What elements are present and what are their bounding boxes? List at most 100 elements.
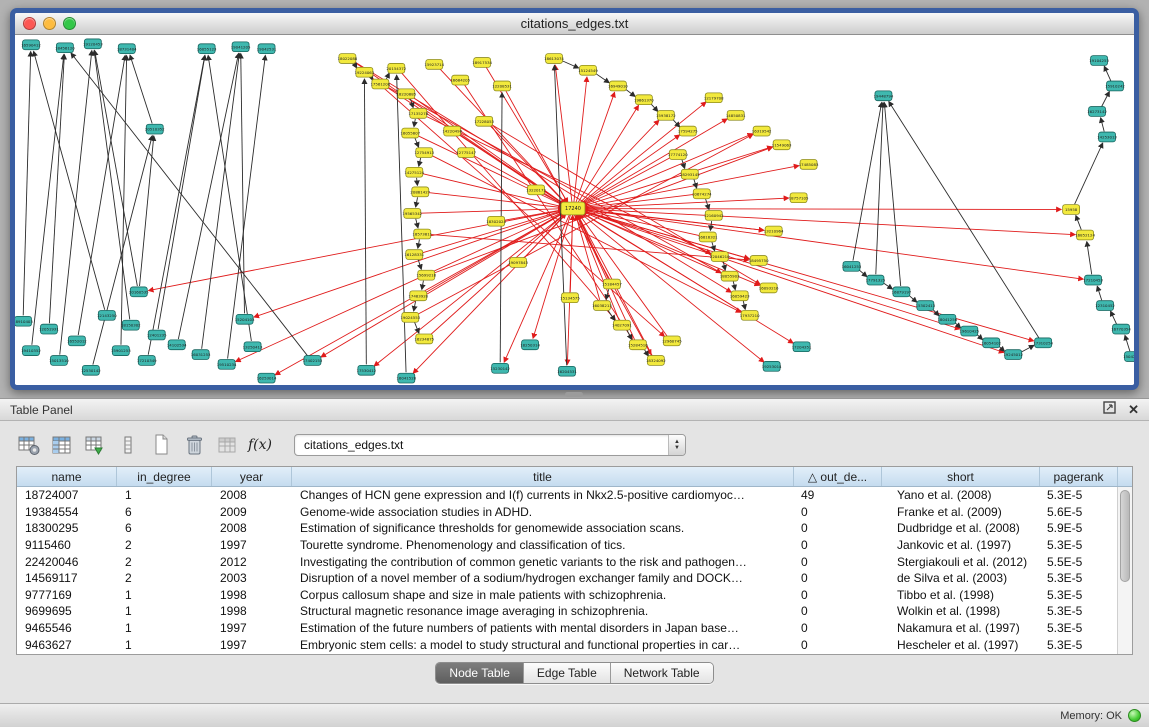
graph-node[interactable]: 15184457 [602, 279, 622, 289]
network-graph-svg[interactable]: 1724018220885171352781605560712754913142… [15, 35, 1134, 384]
graph-node[interactable]: 19253014 [762, 361, 782, 371]
table-row[interactable]: 911546021997Tourette syndrome. Phenomeno… [17, 537, 1117, 554]
graph-node[interactable]: 15901253 [111, 346, 131, 356]
panel-divider-handle[interactable] [565, 392, 583, 397]
graph-node[interactable]: 19448794 [874, 91, 894, 101]
graph-node[interactable]: 16204531 [557, 366, 577, 376]
graph-node[interactable]: 18055903 [720, 271, 740, 281]
graph-node[interactable]: 11549063 [772, 140, 792, 150]
graph-node[interactable]: 22046210 [710, 252, 730, 262]
column-header-out_de[interactable]: △ out_de... [794, 467, 882, 486]
graph-node[interactable]: 16234875 [414, 334, 434, 344]
graph-node[interactable]: 12208531 [492, 81, 512, 91]
graph-node[interactable]: 16128331 [404, 250, 424, 260]
graph-node[interactable]: 17483920 [408, 291, 428, 301]
graph-node[interactable]: 10674274 [692, 189, 712, 199]
graph-node[interactable]: 15910242 [1105, 81, 1125, 91]
graph-node[interactable]: 15699218 [416, 270, 436, 280]
scrollbar-thumb[interactable] [1120, 490, 1130, 582]
graph-node[interactable]: 16059423 [730, 291, 750, 301]
graph-node[interactable]: 16055607 [400, 128, 420, 138]
graph-node[interactable]: 12960745 [662, 336, 682, 346]
graph-node[interactable]: 16054102 [981, 338, 1001, 348]
network-canvas[interactable]: 1724018220885171352781605560712754913142… [15, 35, 1134, 384]
graph-node[interactable]: 18757105 [789, 193, 809, 203]
graph-node[interactable]: 15230142 [490, 363, 510, 373]
graph-node[interactable]: 16852124 [1075, 230, 1095, 240]
graph-node[interactable]: 18302024 [486, 216, 506, 226]
graph-node[interactable]: 12754913 [414, 148, 434, 158]
graph-node[interactable]: 17774120 [668, 150, 688, 160]
graph-node[interactable]: 14220498 [442, 126, 462, 136]
graph-node[interactable]: 18613074 [544, 54, 564, 64]
graph-node[interactable]: 18041256 [937, 314, 957, 324]
graph-node[interactable]: 18293145 [680, 169, 700, 179]
graph-node[interactable]: 17135278 [408, 109, 428, 119]
graph-node[interactable]: 15013510 [49, 356, 69, 366]
import-table-icon[interactable] [82, 433, 108, 457]
graph-node[interactable]: 14275124 [404, 167, 424, 177]
graph-node[interactable]: 20160535 [129, 287, 149, 297]
column-header-in_degree[interactable]: in_degree [117, 467, 212, 486]
graph-node[interactable]: 19861370 [634, 95, 654, 105]
graph-node[interactable]: 18324092 [646, 356, 666, 366]
graph-node[interactable]: 17210453 [1083, 275, 1103, 285]
graph-node[interactable]: 19245012 [1003, 350, 1023, 360]
table-row[interactable]: 1872400712008Changes of HCN gene express… [17, 487, 1117, 504]
close-panel-button[interactable]: ✕ [1128, 403, 1139, 416]
graph-node[interactable]: 17228053 [474, 116, 494, 126]
graph-node[interactable]: 15204103 [235, 314, 255, 324]
graph-node[interactable]: 18022088 [338, 54, 358, 64]
graph-node[interactable]: 17561208 [370, 79, 390, 89]
graph-node[interactable]: 18910403 [15, 316, 33, 326]
graph-node[interactable]: 15938172 [656, 110, 676, 120]
merge-table-icon[interactable] [214, 433, 240, 457]
graph-node[interactable]: 18573811 [412, 229, 432, 239]
graph-node[interactable]: 17310254 [1033, 338, 1053, 348]
table-selector-dropdown[interactable]: citations_edges.txt ▲ ▼ [294, 434, 686, 456]
graph-node[interactable]: 20154372 [386, 63, 406, 73]
function-builder-icon[interactable]: f(x) [247, 433, 273, 457]
zoom-window-button[interactable] [63, 17, 76, 30]
graph-node[interactable]: 18495750 [749, 256, 769, 266]
graph-node[interactable]: 18150302 [121, 320, 141, 330]
graph-node[interactable]: 17210349 [137, 356, 157, 366]
float-panel-icon[interactable] [1103, 401, 1116, 419]
graph-node[interactable]: 16093216 [759, 283, 779, 293]
tab-node-table[interactable]: Node Table [436, 663, 524, 683]
table-settings-icon[interactable] [16, 433, 42, 457]
graph-node[interactable]: 15134575 [560, 293, 580, 303]
graph-node[interactable]: 17594275 [678, 126, 698, 136]
graph-node[interactable]: 16319542 [752, 126, 772, 136]
table-row[interactable]: 969969511998Structural magnetic resonanc… [17, 603, 1117, 620]
graph-node[interactable]: 17937210 [740, 310, 760, 320]
graph-node[interactable]: 16879197 [892, 287, 912, 297]
graph-node[interactable]: 17204351 [792, 342, 812, 352]
graph-node[interactable]: 15042130 [1123, 352, 1134, 362]
graph-node[interactable]: 16055123 [197, 44, 217, 54]
graph-node[interactable]: 16590412 [21, 40, 41, 50]
minimize-window-button[interactable] [43, 17, 56, 30]
graph-node[interactable]: 19610425 [959, 326, 979, 336]
graph-node[interactable]: 17485083 [799, 160, 819, 170]
table-row[interactable]: 1830029562008Estimation of significance … [17, 520, 1117, 537]
graph-node[interactable]: 16041520 [396, 373, 416, 383]
table-vertical-scrollbar[interactable] [1117, 487, 1132, 654]
column-header-pagerank[interactable]: pagerank [1040, 467, 1118, 486]
column-header-short[interactable]: short [882, 467, 1040, 486]
column-header-year[interactable]: year [212, 467, 292, 486]
graph-node[interactable]: 14102534 [167, 340, 187, 350]
graph-node[interactable]: 12160942 [704, 210, 724, 220]
graph-node[interactable]: 19510234 [217, 359, 237, 369]
graph-node[interactable]: 12051931 [39, 324, 59, 334]
graph-node[interactable]: 14253013 [1097, 132, 1117, 142]
graph-node[interactable]: 16552012 [67, 336, 87, 346]
graph-node[interactable]: 13250413 [243, 342, 263, 352]
graph-node[interactable]: 19042531 [257, 44, 277, 54]
table-row[interactable]: 1456911722003Disruption of a novel membe… [17, 570, 1117, 587]
graph-node[interactable]: 16253014 [257, 373, 277, 383]
table-row[interactable]: 2242004622012Investigating the contribut… [17, 553, 1117, 570]
graph-node[interactable]: 18731404 [117, 44, 137, 54]
graph-node[interactable]: 16273142 [1087, 107, 1107, 117]
graph-node[interactable]: 17240 [561, 202, 585, 215]
